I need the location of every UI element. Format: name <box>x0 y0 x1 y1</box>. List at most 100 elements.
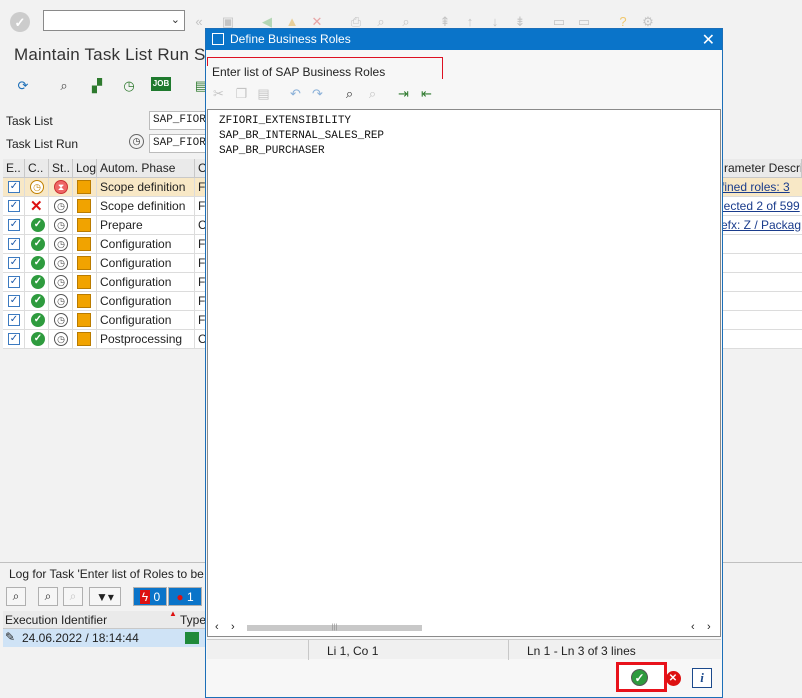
col-header-log[interactable]: Log <box>73 159 97 178</box>
copy-icon[interactable]: ❐ <box>231 84 252 104</box>
confirm-button[interactable]: ✓ <box>616 662 667 692</box>
roles-text-editor[interactable]: ZFIORI_EXTENSIBILITY SAP_BR_INTERNAL_SAL… <box>207 109 721 637</box>
col-header-check[interactable]: C.. <box>25 159 49 178</box>
find-next-icon[interactable]: ⌕ <box>63 587 83 606</box>
execute-checkbox[interactable]: ✓ <box>8 257 20 269</box>
param-link[interactable] <box>718 311 802 330</box>
editor-line[interactable]: ZFIORI_EXTENSIBILITY <box>219 115 351 127</box>
scroll-right-icon[interactable]: › <box>231 621 235 633</box>
execute-cell[interactable]: ✓ <box>3 235 25 254</box>
param-link[interactable] <box>718 292 802 311</box>
col-header-execute[interactable]: E.. <box>3 159 25 178</box>
find-icon[interactable]: ⌕ <box>339 84 360 104</box>
checkmark-icon: ✓ <box>31 313 45 327</box>
param-link[interactable]: fined roles: 3 <box>718 178 802 197</box>
execute-checkbox[interactable]: ✓ <box>8 238 20 250</box>
scroll-left-icon[interactable]: ‹ <box>215 621 219 633</box>
chevron-down-icon[interactable]: ⌄ <box>171 13 180 26</box>
execute-checkbox[interactable]: ✓ <box>8 219 20 231</box>
refresh-icon[interactable]: ⟳ <box>14 76 32 94</box>
cut-icon[interactable]: ✂ <box>208 84 229 104</box>
task-list-run-field[interactable]: SAP_FIOR <box>149 134 207 153</box>
log-cell[interactable] <box>73 273 97 292</box>
dialog-header: Define Business Roles ✕ <box>206 29 722 50</box>
col-header-type[interactable]: Type <box>180 613 206 627</box>
log-cell[interactable] <box>73 292 97 311</box>
log-icon[interactable] <box>77 294 91 308</box>
log-cell[interactable] <box>73 330 97 349</box>
redo-icon[interactable]: ↷ <box>307 84 328 104</box>
find-icon[interactable]: ⌕ <box>38 587 58 606</box>
scroll-left-icon[interactable]: ‹ <box>691 621 695 633</box>
log-cell[interactable] <box>73 254 97 273</box>
execute-checkbox[interactable]: ✓ <box>8 314 20 326</box>
param-link[interactable] <box>718 235 802 254</box>
col-header-status[interactable]: St.. <box>49 159 73 178</box>
info-button[interactable]: i <box>692 668 712 688</box>
import-icon[interactable]: ⇥ <box>393 84 414 104</box>
execute-checkbox[interactable]: ✓ <box>8 333 20 345</box>
task-list-field[interactable]: SAP_FIOR <box>149 111 207 130</box>
log-icon[interactable] <box>77 237 91 251</box>
param-link[interactable]: efx: Z / Packag <box>718 216 802 235</box>
execute-cell[interactable]: ✓ <box>3 197 25 216</box>
find-next-icon[interactable]: ⌕ <box>362 84 383 104</box>
command-field[interactable]: ⌄ <box>43 10 185 31</box>
enter-icon[interactable]: ✓ <box>10 12 30 32</box>
param-link[interactable] <box>718 330 802 349</box>
close-icon[interactable]: ✕ <box>702 30 715 50</box>
col-header-param[interactable]: rameter Descri <box>721 159 802 178</box>
hierarchy-icon[interactable]: ▞ <box>88 76 106 94</box>
param-link[interactable]: lected 2 of 599 <box>718 197 802 216</box>
log-icon[interactable] <box>77 332 91 346</box>
export-icon[interactable]: ⇤ <box>416 84 437 104</box>
execute-checkbox[interactable]: ✓ <box>8 295 20 307</box>
log-header: Execution Identifier Type ▲ <box>3 609 206 629</box>
horizontal-scrollbar[interactable]: ‹ › ||| ‹ › <box>209 620 719 636</box>
col-header-phase[interactable]: Autom. Phase <box>97 159 195 178</box>
display-log-icon[interactable]: ⌕ <box>55 76 73 94</box>
log-cell[interactable] <box>73 311 97 330</box>
execute-cell[interactable]: ✓ <box>3 254 25 273</box>
execute-cell[interactable]: ✓ <box>3 292 25 311</box>
log-icon[interactable] <box>77 199 91 213</box>
stop-filter-button[interactable]: ● 1 <box>168 587 202 606</box>
log-cell[interactable] <box>73 235 97 254</box>
pencil-icon: ✎ <box>5 630 16 644</box>
scrollbar-thumb[interactable]: ||| <box>247 624 422 631</box>
editor-line[interactable]: SAP_BR_PURCHASER <box>219 145 325 157</box>
clock-check-icon[interactable]: ◷ <box>120 76 138 94</box>
log-icon[interactable] <box>77 313 91 327</box>
log-cell[interactable] <box>73 216 97 235</box>
execute-checkbox[interactable]: ✓ <box>8 181 20 193</box>
execute-cell[interactable]: ✓ <box>3 178 25 197</box>
execute-cell[interactable]: ✓ <box>3 273 25 292</box>
log-icon[interactable] <box>77 256 91 270</box>
param-link[interactable] <box>718 254 802 273</box>
check-cell: ✓ <box>25 311 49 330</box>
log-cell[interactable] <box>73 178 97 197</box>
param-link[interactable] <box>718 273 802 292</box>
scroll-right-icon[interactable]: › <box>707 621 711 633</box>
phase-cell: Prepare <box>97 216 195 235</box>
col-header-exec[interactable]: Execution Identifier <box>5 613 107 627</box>
cancel-button[interactable]: ✕ <box>663 668 683 688</box>
paste-icon[interactable]: ▤ <box>253 84 274 104</box>
filter-icon[interactable]: ▼▾ <box>89 587 121 606</box>
log-cell[interactable] <box>73 197 97 216</box>
log-row[interactable]: ✎ 24.06.2022 / 18:14:44 <box>3 629 206 647</box>
log-detail-icon[interactable]: ⌕ <box>6 587 26 606</box>
execute-checkbox[interactable]: ✓ <box>8 200 20 212</box>
log-icon[interactable] <box>77 180 91 194</box>
job-icon[interactable]: JOB <box>151 77 171 91</box>
undo-icon[interactable]: ↶ <box>285 84 306 104</box>
error-filter-button[interactable]: ϟ 0 <box>133 587 167 606</box>
log-icon[interactable] <box>77 275 91 289</box>
execute-cell[interactable]: ✓ <box>3 330 25 349</box>
execute-cell[interactable]: ✓ <box>3 216 25 235</box>
editor-line[interactable]: SAP_BR_INTERNAL_SALES_REP <box>219 130 384 142</box>
status-cell: ⧗ <box>49 178 73 197</box>
execute-checkbox[interactable]: ✓ <box>8 276 20 288</box>
log-icon[interactable] <box>77 218 91 232</box>
execute-cell[interactable]: ✓ <box>3 311 25 330</box>
